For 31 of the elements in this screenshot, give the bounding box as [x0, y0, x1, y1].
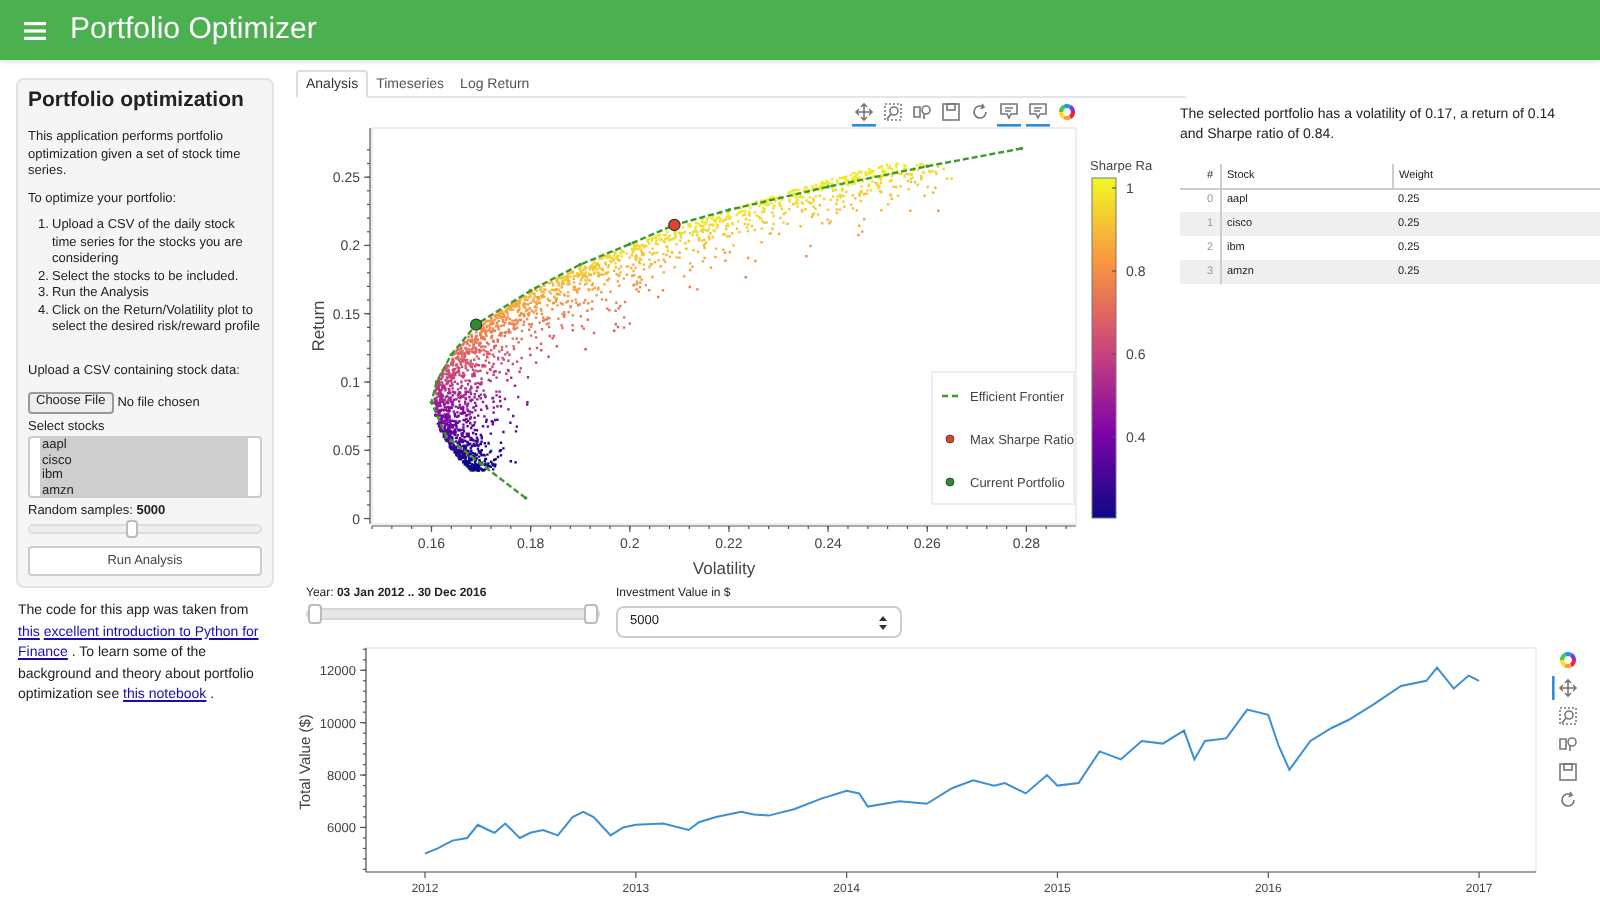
hover-icon[interactable]: [1026, 103, 1050, 127]
save-icon[interactable]: [942, 103, 960, 121]
save-icon[interactable]: [1559, 763, 1577, 781]
y-axis-title: Return: [308, 300, 328, 352]
hover-icon[interactable]: [997, 103, 1021, 127]
pan-icon[interactable]: [852, 102, 876, 127]
range-handle[interactable]: [308, 604, 322, 624]
pan-icon[interactable]: [1552, 676, 1578, 700]
slider-thumb[interactable]: [125, 520, 138, 538]
wheel-zoom-icon[interactable]: [1559, 737, 1577, 752]
year-range-slider[interactable]: [306, 608, 600, 620]
box-zoom-icon[interactable]: [1559, 707, 1577, 725]
wheel-zoom-icon[interactable]: [913, 105, 931, 120]
legend-marker-icon: [945, 434, 955, 444]
menu-icon[interactable]: [24, 21, 46, 39]
range-handle[interactable]: [584, 604, 598, 624]
legend-background: [931, 371, 1075, 505]
reset-icon[interactable]: [1561, 791, 1575, 807]
color-wheel-logo-icon[interactable]: [1560, 652, 1576, 668]
legend-line-icon: [942, 394, 962, 398]
legend-marker-icon: [945, 477, 955, 487]
reset-icon[interactable]: [973, 103, 987, 119]
x-axis-title: Volatility: [692, 558, 756, 578]
spinner-icon[interactable]: [878, 613, 888, 631]
samples-slider[interactable]: [28, 524, 262, 534]
current-portfolio-marker[interactable]: [469, 318, 483, 331]
box-zoom-icon[interactable]: [884, 103, 902, 121]
color-wheel-logo-icon[interactable]: [1059, 104, 1075, 120]
max-sharpe-marker[interactable]: [668, 218, 681, 232]
sidebar-title: Portfolio optimization: [28, 88, 246, 114]
app-title: Portfolio Optimizer: [70, 9, 317, 50]
